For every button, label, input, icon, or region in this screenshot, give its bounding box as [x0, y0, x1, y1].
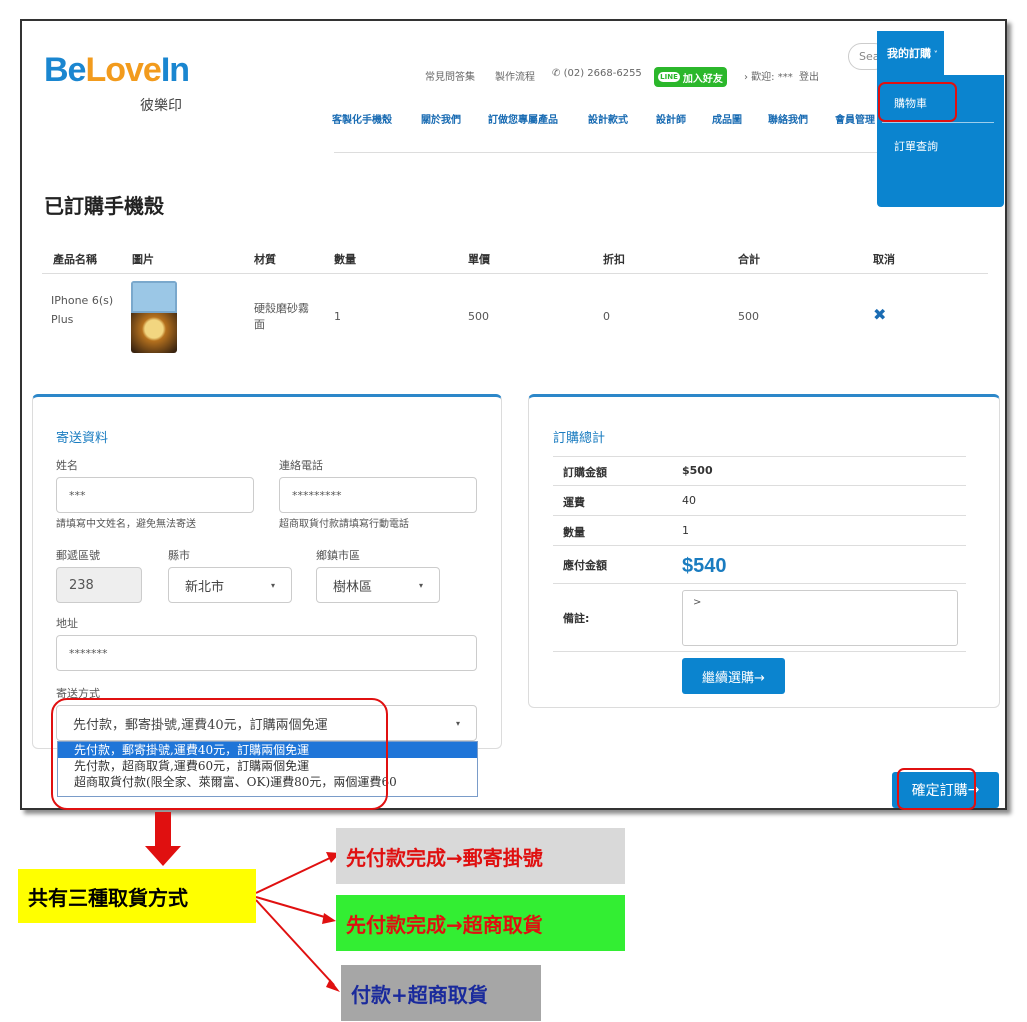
annotation-main-label: 共有三種取貨方式: [18, 869, 256, 923]
arrow-to-option2: [255, 896, 329, 919]
arrowhead-2: [322, 913, 336, 924]
arrow-to-option3: [255, 899, 335, 986]
down-arrow-head: [145, 846, 181, 866]
annotation-option3: 付款+超商取貨: [341, 965, 541, 1021]
down-arrow-shaft: [155, 812, 171, 846]
arrowhead-3: [326, 979, 340, 992]
annotation-option2: 先付款完成→超商取貨: [336, 895, 625, 951]
arrow-to-option1: [255, 856, 333, 894]
annotation-option1: 先付款完成→郵寄掛號: [336, 828, 625, 884]
